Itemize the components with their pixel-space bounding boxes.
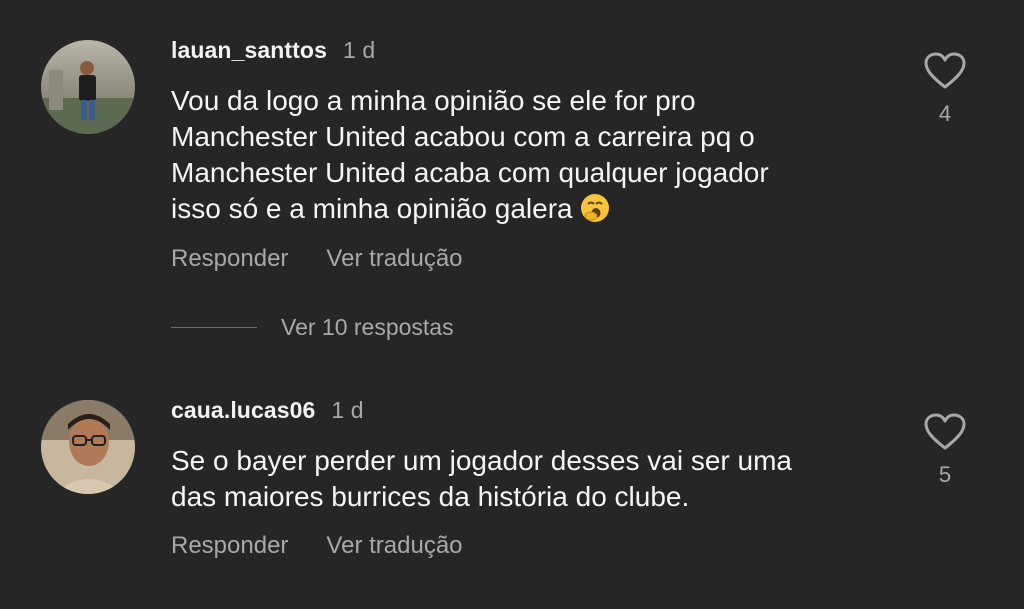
comment-line: Se o bayer perder um jogador desses vai … — [171, 445, 792, 476]
comment-line: das maiores burrices da história do club… — [171, 481, 690, 512]
divider — [171, 326, 257, 328]
view-replies-label[interactable]: Ver 10 respostas — [281, 314, 454, 341]
reply-button[interactable]: Responder — [171, 532, 288, 559]
avatar[interactable] — [41, 40, 135, 134]
like-control: 5 — [920, 413, 970, 488]
comment-time: 1 d — [342, 37, 376, 63]
like-count: 4 — [938, 101, 952, 126]
comment-text: Se o bayer perder um jogador desses vai … — [171, 443, 871, 515]
username[interactable]: caua.lucas06 — [171, 397, 315, 423]
comment-line: Manchester United acaba com qualquer jog… — [171, 157, 769, 188]
yawning-face-icon — [579, 192, 611, 224]
view-replies[interactable]: Ver 10 respostas — [171, 312, 454, 342]
heart-icon[interactable] — [924, 413, 966, 455]
like-control: 4 — [920, 52, 970, 127]
translate-button[interactable]: Ver tradução — [326, 532, 462, 559]
avatar[interactable] — [41, 400, 135, 494]
comment-line: Manchester United acabou com a carreira … — [171, 121, 755, 152]
translate-button[interactable]: Ver tradução — [326, 245, 462, 272]
comment-line: isso só e a minha opinião galera — [171, 193, 573, 224]
comment-line: Vou da logo a minha opinião se ele for p… — [171, 85, 696, 116]
comment-time: 1 d — [331, 397, 364, 423]
comment-header: caua.lucas06 1 d — [171, 397, 364, 424]
comment-actions: Responder Ver tradução — [171, 532, 463, 560]
comment-actions: Responder Ver tradução — [171, 245, 463, 273]
comments-screen: lauan_santtos 1 d Vou da logo a minha opi… — [0, 0, 1024, 609]
reply-button[interactable]: Responder — [171, 245, 288, 272]
comment-header: lauan_santtos 1 d — [171, 37, 375, 64]
comment-text: Vou da logo a minha opinião se ele for p… — [171, 83, 871, 227]
heart-icon[interactable] — [924, 52, 966, 94]
like-count: 5 — [938, 462, 952, 487]
username[interactable]: lauan_santtos — [171, 37, 327, 63]
